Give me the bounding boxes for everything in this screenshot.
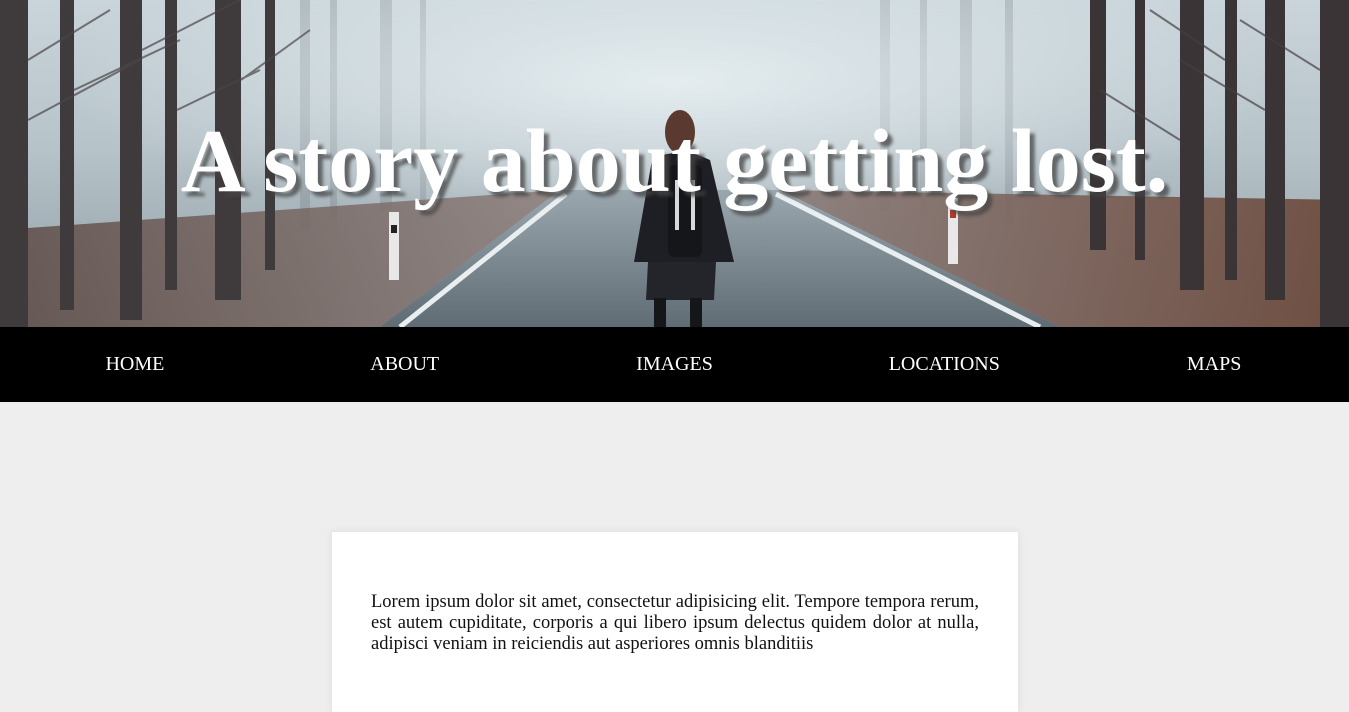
nav-item-about[interactable]: ABOUT	[270, 327, 540, 402]
content-paragraph: Lorem ipsum dolor sit amet, consectetur …	[371, 592, 979, 654]
content-card: Lorem ipsum dolor sit amet, consectetur …	[332, 532, 1018, 712]
nav-item-locations[interactable]: LOCATIONS	[809, 327, 1079, 402]
hero-banner: A story about getting lost.	[0, 0, 1349, 327]
main-navigation: HOME ABOUT IMAGES LOCATIONS MAPS	[0, 327, 1349, 402]
page-title: A story about getting lost.	[180, 112, 1169, 211]
nav-item-images[interactable]: IMAGES	[540, 327, 810, 402]
nav-item-maps[interactable]: MAPS	[1079, 327, 1349, 402]
nav-item-home[interactable]: HOME	[0, 327, 270, 402]
